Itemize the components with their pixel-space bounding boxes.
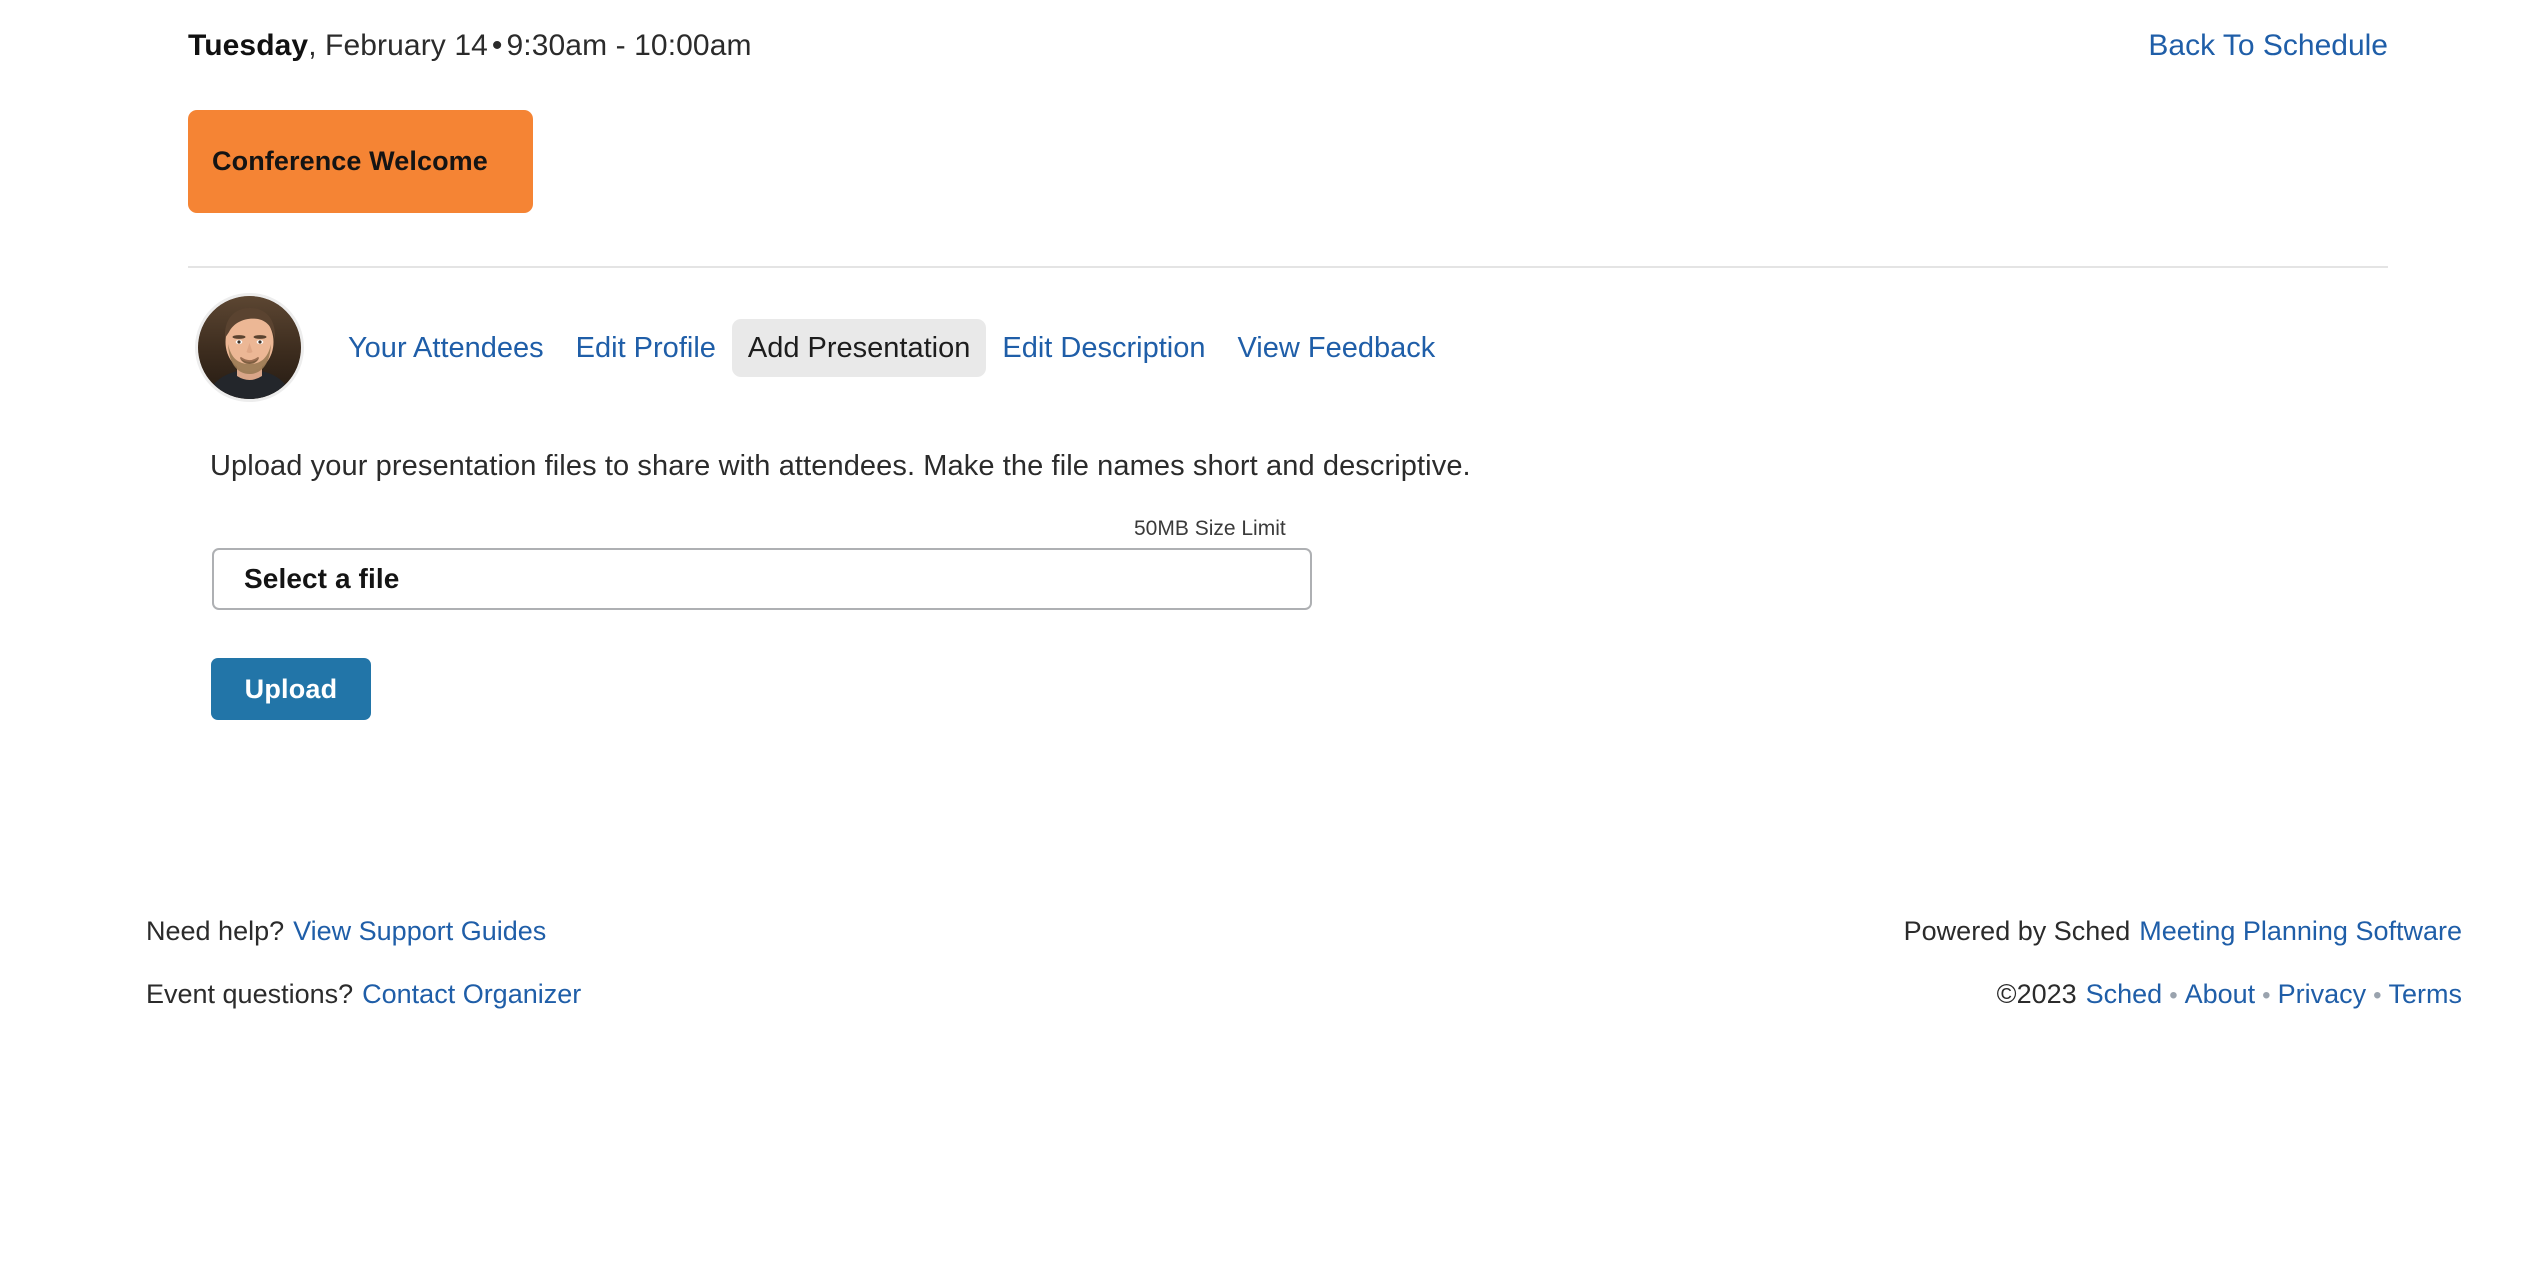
- upload-button[interactable]: Upload: [211, 658, 371, 720]
- session-time-range: 9:30am - 10:00am: [506, 29, 752, 62]
- footer-powered-line: Powered by Sched Meeting Planning Softwar…: [1904, 900, 2462, 963]
- session-date: , February 14: [308, 29, 488, 62]
- event-questions-label: Event questions?: [146, 979, 354, 1009]
- session-datetime: Tuesday, February 14 • 9:30am - 10:00am: [188, 28, 752, 64]
- footer-left-column: Need help? View Support Guides Event ques…: [146, 900, 581, 1026]
- copyright-label: ©2023: [1996, 979, 2077, 1009]
- size-limit-note: 50MB Size Limit: [1134, 517, 1286, 540]
- tab-edit-description[interactable]: Edit Description: [986, 319, 1221, 377]
- session-type-badge[interactable]: Conference Welcome: [188, 110, 533, 213]
- footer-right-column: Powered by Sched Meeting Planning Softwar…: [1904, 900, 2462, 1027]
- upload-instructions: Upload your presentation files to share …: [210, 450, 1471, 482]
- need-help-label: Need help?: [146, 916, 285, 946]
- page-footer: Need help? View Support Guides Event ques…: [0, 900, 2548, 1040]
- header-divider: [188, 266, 2388, 268]
- avatar[interactable]: [198, 296, 301, 399]
- bullet-separator-icon: •: [2373, 982, 2382, 1009]
- speaker-nav: Your Attendees Edit Profile Add Presenta…: [198, 296, 1451, 399]
- tab-add-presentation[interactable]: Add Presentation: [731, 318, 987, 377]
- powered-by-label: Powered by Sched: [1903, 916, 2131, 946]
- footer-link-about[interactable]: About: [2185, 979, 2256, 1009]
- footer-link-sched[interactable]: Sched: [2086, 979, 2163, 1009]
- session-header: Tuesday, February 14 • 9:30am - 10:00am Ba…: [188, 28, 2388, 64]
- footer-questions-line: Event questions? Contact Organizer: [146, 963, 581, 1026]
- session-type-label: Conference Welcome: [212, 146, 488, 176]
- tab-view-feedback[interactable]: View Feedback: [1221, 319, 1451, 377]
- meeting-planning-software-link[interactable]: Meeting Planning Software: [2139, 916, 2462, 946]
- session-day: Tuesday: [188, 29, 309, 62]
- bullet-separator-icon: •: [2262, 982, 2271, 1009]
- footer-legal-line: ©2023 Sched • About • Privacy • Terms: [1904, 963, 2462, 1027]
- file-select-input[interactable]: Select a file: [212, 548, 1312, 610]
- file-select-label: Select a file: [244, 563, 400, 594]
- datetime-separator: •: [491, 29, 503, 62]
- footer-link-privacy[interactable]: Privacy: [2278, 979, 2367, 1009]
- tab-list: Your Attendees Edit Profile Add Presenta…: [332, 318, 1451, 377]
- footer-help-line: Need help? View Support Guides: [146, 900, 581, 963]
- contact-organizer-link[interactable]: Contact Organizer: [362, 979, 581, 1009]
- view-support-guides-link[interactable]: View Support Guides: [293, 916, 546, 946]
- page-root: Tuesday, February 14 • 9:30am - 10:00am Ba…: [0, 0, 2548, 1276]
- tab-edit-profile[interactable]: Edit Profile: [560, 319, 732, 377]
- back-to-schedule-link[interactable]: Back To Schedule: [2148, 28, 2388, 64]
- footer-link-terms[interactable]: Terms: [2389, 979, 2463, 1009]
- bullet-separator-icon: •: [2169, 982, 2178, 1009]
- tab-your-attendees[interactable]: Your Attendees: [332, 319, 560, 377]
